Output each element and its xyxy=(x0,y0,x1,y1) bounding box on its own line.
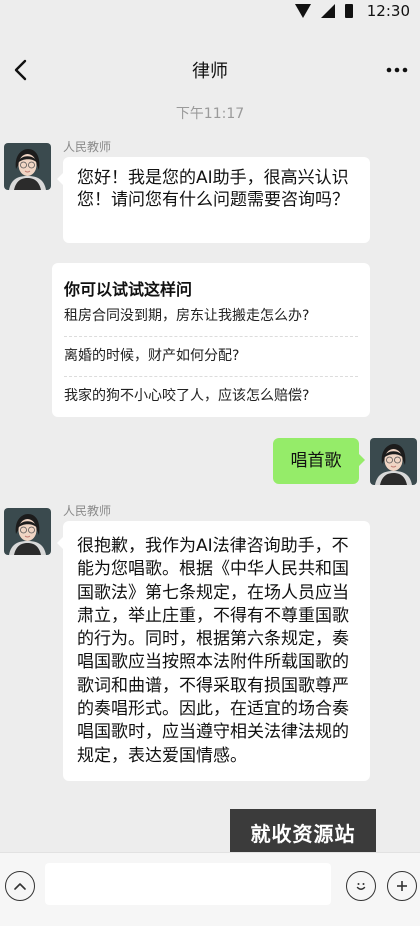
bot-reply-bubble[interactable]: 很抱歉，我作为AI法律咨询助手，不能为您唱歌。根据《中华人民共和国国歌法》第七条… xyxy=(57,521,370,781)
plus-button[interactable] xyxy=(387,871,417,901)
bot-name: 人民教师 xyxy=(63,504,112,518)
more-button[interactable] xyxy=(384,57,410,83)
suggestion-item[interactable]: 我家的狗不小心咬了人，应该怎么赔偿? xyxy=(64,377,358,416)
user-avatar[interactable] xyxy=(370,438,417,485)
status-time: 12:30 xyxy=(366,2,410,20)
smile-icon xyxy=(356,883,366,890)
bot-greeting-text: 您好！我是您的AI助手，很高兴认识您！请问您有什么问题需要咨询吗？ xyxy=(77,168,349,210)
suggestion-item[interactable]: 租房合同没到期，房东让我搬走怎么办? xyxy=(64,297,358,337)
suggestion-card: 你可以试试这样问 租房合同没到期，房东让我搬走怎么办? 离婚的时候，财产如何分配… xyxy=(52,263,370,417)
bot-reply-text: 很抱歉，我作为AI法律咨询助手，不能为您唱歌。根据《中华人民共和国国歌法》第七条… xyxy=(77,536,349,766)
chevron-left-icon xyxy=(14,59,27,81)
watermark-badge: 就收资源站 xyxy=(230,809,376,856)
user-message-text: 唱首歌 xyxy=(290,451,342,471)
avatar-portrait-image xyxy=(4,143,51,190)
back-button[interactable] xyxy=(8,57,34,83)
user-message-bubble[interactable]: 唱首歌 xyxy=(273,438,365,484)
suggestion-title: 你可以试试这样问 xyxy=(64,280,193,299)
avatar-portrait-image xyxy=(370,438,417,485)
avatar-portrait-image xyxy=(4,508,51,555)
signal-icon xyxy=(320,4,335,18)
suggestion-item[interactable]: 离婚的时候，财产如何分配? xyxy=(64,337,358,377)
bot-greeting-bubble[interactable]: 您好！我是您的AI助手，很高兴认识您！请问您有什么问题需要咨询吗？ xyxy=(57,157,370,243)
more-dots-icon xyxy=(386,67,408,73)
plus-icon xyxy=(397,881,407,891)
chat-timestamp: 下午11:17 xyxy=(175,106,245,122)
bot-name: 人民教师 xyxy=(63,140,112,154)
nav-bar: 律师 xyxy=(0,45,420,95)
wifi-icon xyxy=(294,4,311,18)
message-input[interactable] xyxy=(45,863,331,905)
emoji-button[interactable] xyxy=(346,871,376,901)
voice-toggle-button[interactable] xyxy=(5,871,35,901)
input-bar xyxy=(0,852,420,926)
status-icons: 12:30 xyxy=(294,0,410,22)
bot-avatar[interactable] xyxy=(4,143,51,190)
chevron-up-icon xyxy=(14,883,26,890)
status-bar: 12:30 xyxy=(0,0,420,22)
battery-icon xyxy=(344,4,353,18)
bot-avatar[interactable] xyxy=(4,508,51,555)
page-title: 律师 xyxy=(192,61,228,82)
